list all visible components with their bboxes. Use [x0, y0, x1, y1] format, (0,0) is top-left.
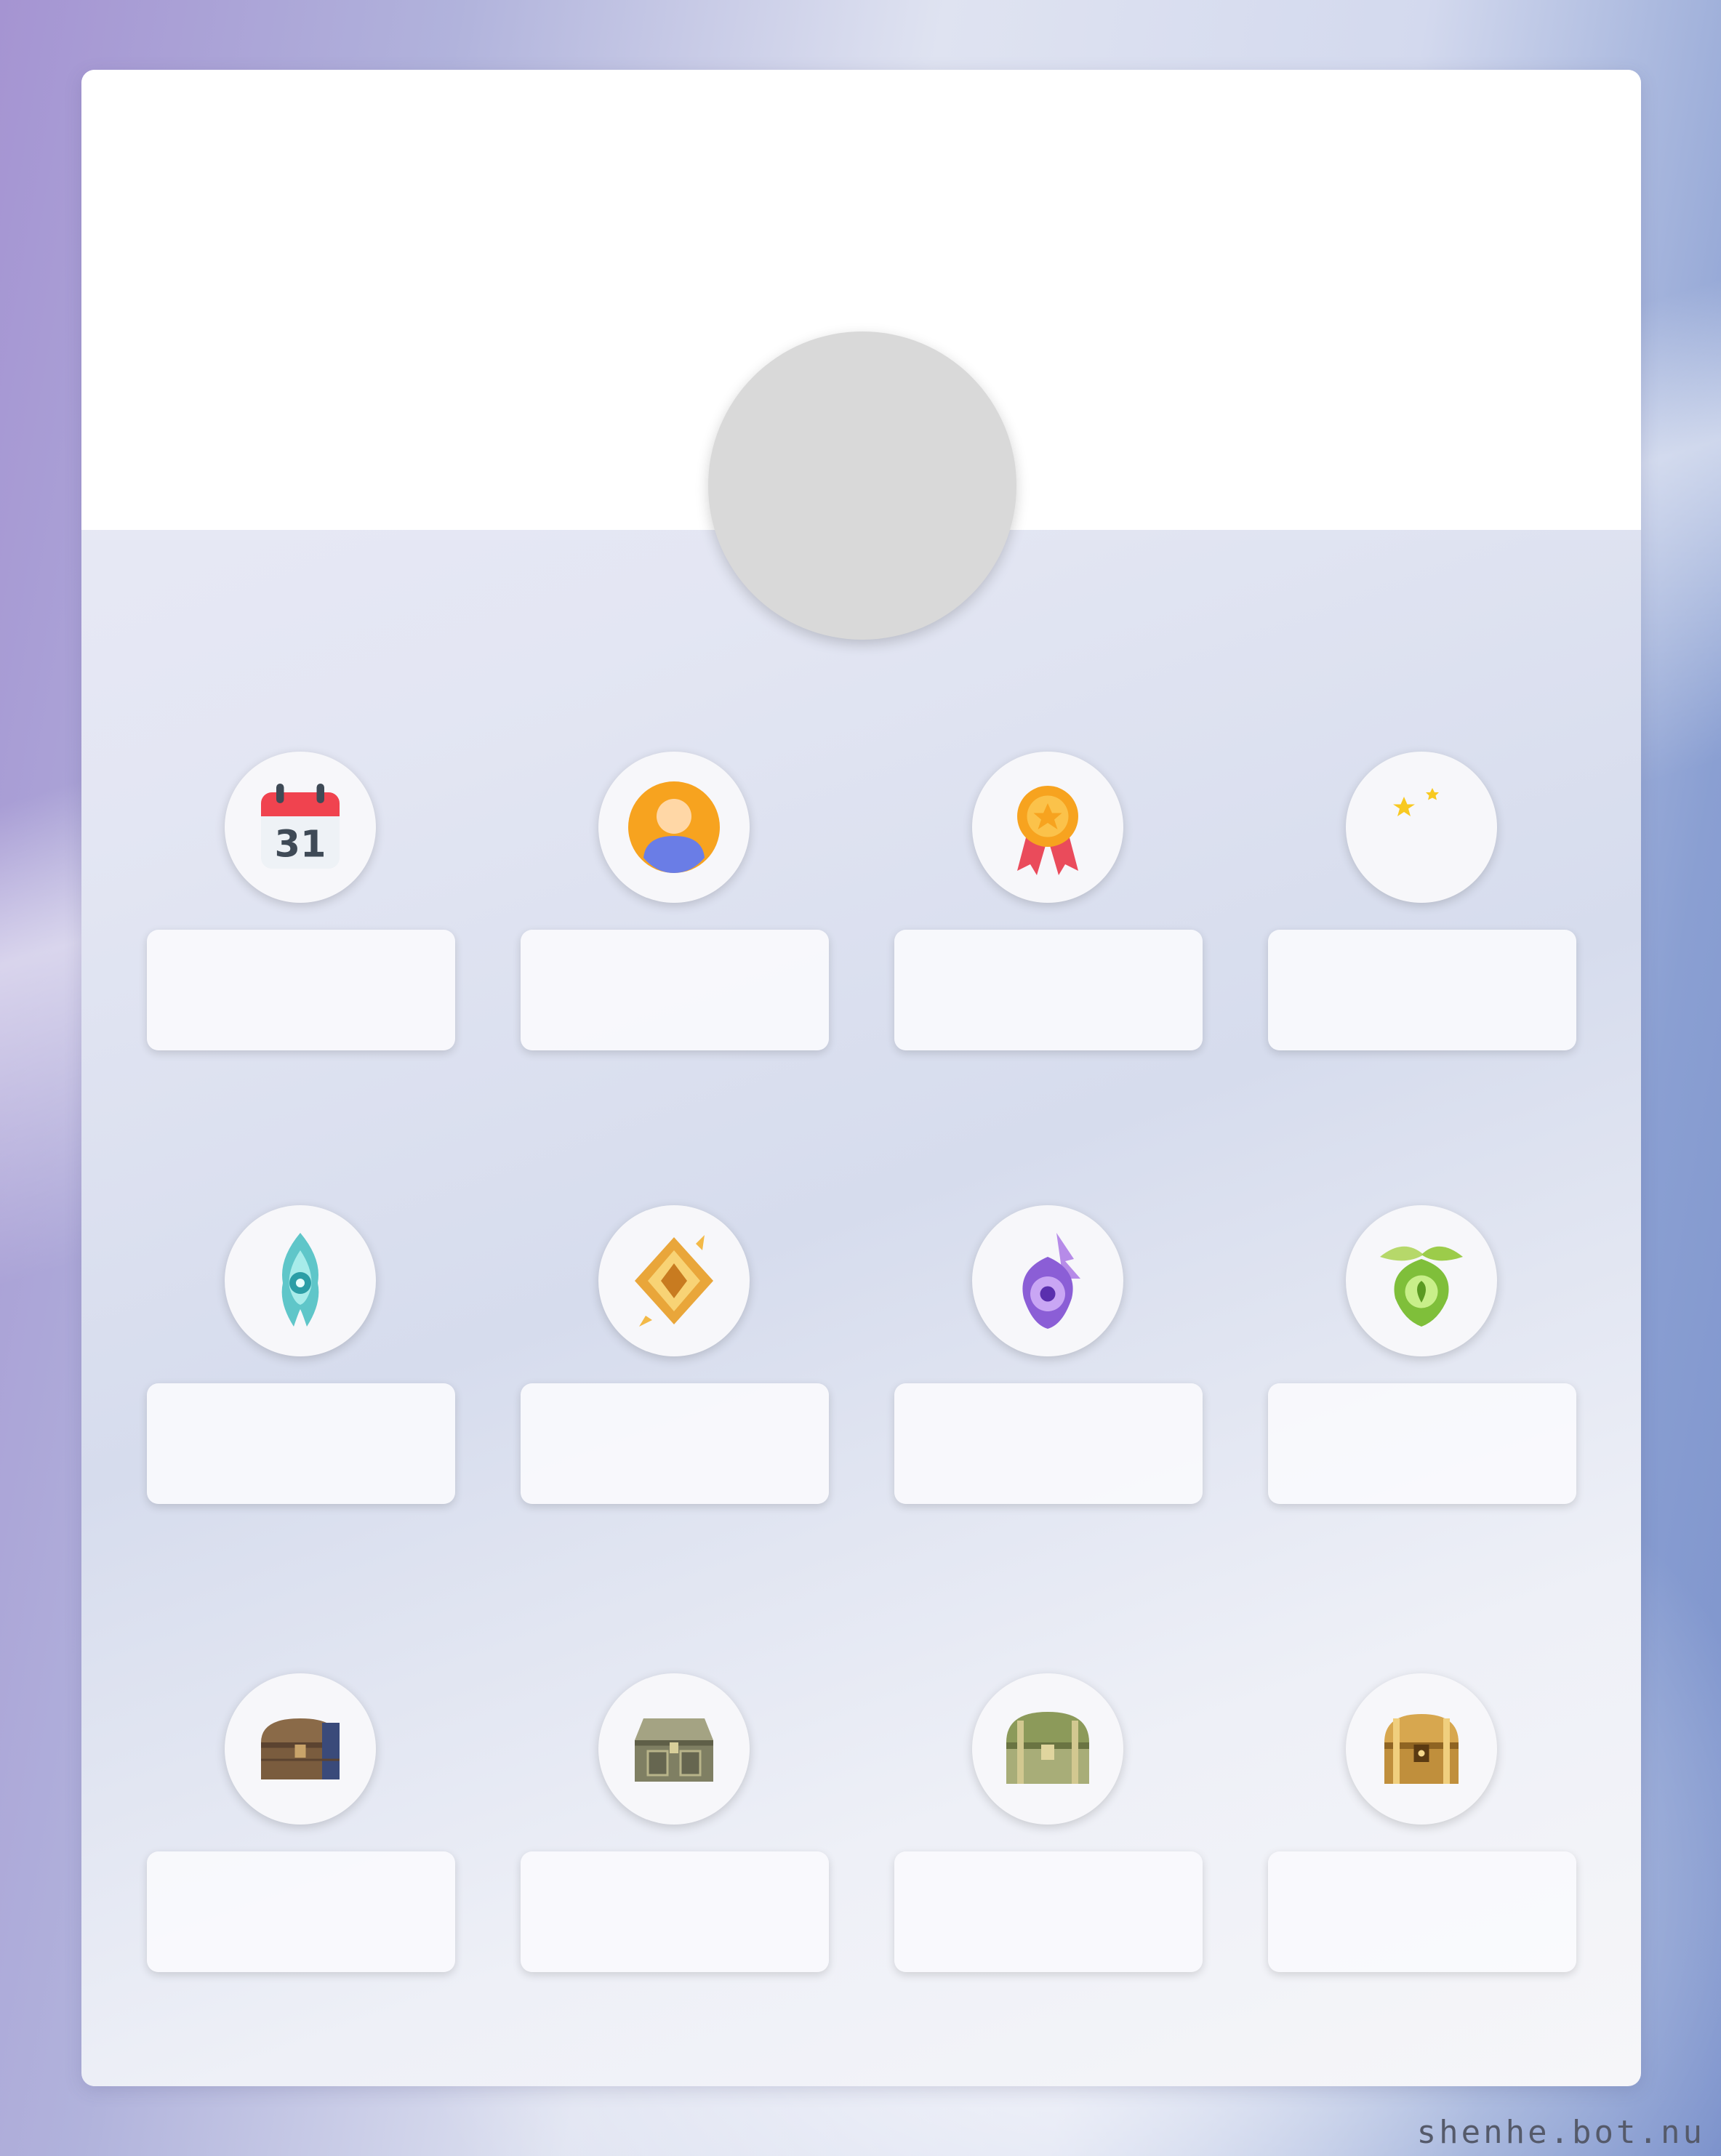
stat-value — [894, 1383, 1203, 1504]
moon-icon — [1346, 752, 1497, 903]
calendar-icon: 31 — [225, 752, 376, 903]
stat-value — [1268, 930, 1576, 1050]
stat-value — [894, 1851, 1203, 1972]
profile-card: 31 — [81, 70, 1641, 2086]
precious-chest-icon — [972, 1673, 1123, 1825]
user-icon — [598, 752, 750, 903]
svg-text:31: 31 — [275, 824, 326, 866]
geoculus-icon — [598, 1205, 750, 1356]
avatar — [708, 331, 1016, 640]
exquisite-chest-icon — [598, 1673, 750, 1825]
stat-value — [521, 930, 829, 1050]
anemoculus-icon — [225, 1205, 376, 1356]
stat-value — [147, 1851, 455, 1972]
stat-value — [147, 930, 455, 1050]
medal-icon — [972, 752, 1123, 903]
stat-value — [147, 1383, 455, 1504]
stat-value — [1268, 1851, 1576, 1972]
stat-value — [521, 1383, 829, 1504]
electroculus-icon — [972, 1205, 1123, 1356]
luxurious-chest-icon — [1346, 1673, 1497, 1825]
stat-value — [521, 1851, 829, 1972]
stat-value — [1268, 1383, 1576, 1504]
stat-value — [894, 930, 1203, 1050]
dendroculus-icon — [1346, 1205, 1497, 1356]
common-chest-icon — [225, 1673, 376, 1825]
watermark: shenhe.bot.nu — [1416, 2114, 1705, 2151]
